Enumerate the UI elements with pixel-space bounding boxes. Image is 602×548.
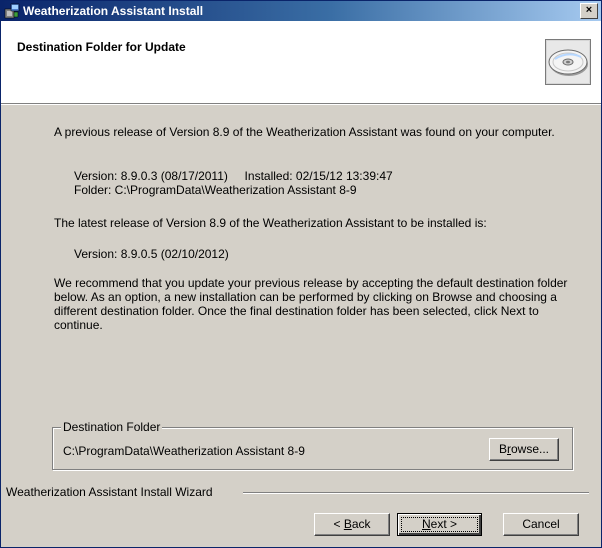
destination-folder-path: C:\ProgramData\Weatherization Assistant …	[63, 444, 305, 458]
installer-app-icon	[4, 3, 20, 19]
new-version-info: Version: 8.9.0.5 (02/10/2012)	[74, 247, 229, 261]
back-button[interactable]: < Back	[314, 513, 390, 536]
header-panel: Destination Folder for Update	[1, 21, 601, 105]
browse-label-part: B	[498, 442, 507, 456]
destination-folder-group: Destination Folder C:\ProgramData\Weathe…	[52, 420, 573, 470]
latest-release-text: The latest release of Version 8.9 of the…	[54, 216, 487, 230]
window-title: Weatherization Assistant Install	[23, 4, 204, 18]
title-bar[interactable]: Weatherization Assistant Install ×	[1, 1, 601, 21]
installer-window: Weatherization Assistant Install × Desti…	[0, 0, 602, 548]
previous-version-info: Version: 8.9.0.3 (08/17/2011) Installed:…	[74, 169, 393, 183]
next-focus-rect	[401, 517, 478, 532]
back-accelerator: B	[343, 517, 352, 531]
browse-button[interactable]: Browse...	[489, 438, 559, 461]
page-title: Destination Folder for Update	[17, 40, 186, 54]
back-label-part: ack	[351, 517, 371, 531]
wizard-footer-label: Weatherization Assistant Install Wizard	[6, 485, 213, 499]
close-icon: ×	[585, 4, 593, 16]
recommendation-text: We recommend that you update your previo…	[54, 276, 568, 332]
footer-divider	[243, 492, 589, 494]
next-button[interactable]: Next >	[397, 513, 482, 536]
close-button[interactable]: ×	[580, 3, 598, 19]
cancel-label: Cancel	[522, 517, 560, 531]
browse-label-part: owse...	[511, 442, 550, 456]
cd-disc-icon	[545, 39, 591, 85]
destination-folder-legend: Destination Folder	[61, 420, 163, 434]
cancel-button[interactable]: Cancel	[503, 513, 579, 536]
previous-release-text: A previous release of Version 8.9 of the…	[54, 125, 555, 139]
previous-folder-info: Folder: C:\ProgramData\Weatherization As…	[74, 183, 357, 197]
back-label-part: <	[333, 517, 344, 531]
